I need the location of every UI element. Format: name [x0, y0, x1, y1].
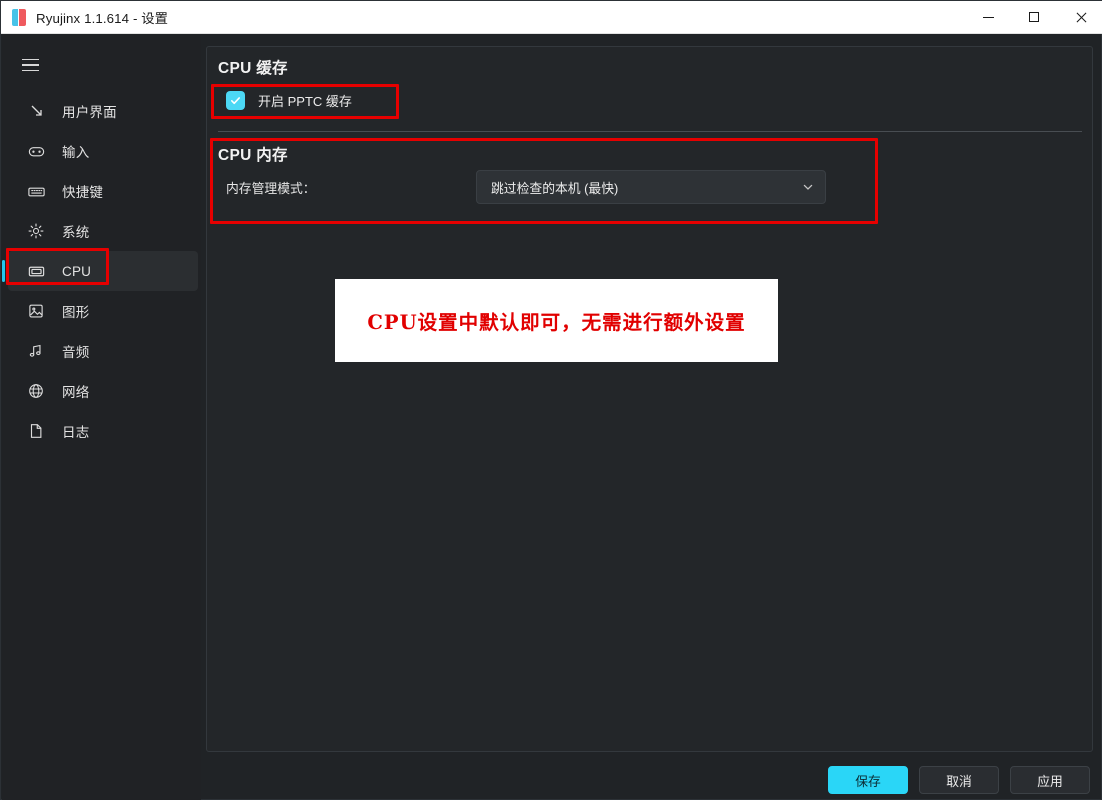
sidebar-item-hotkeys[interactable]: 快捷键	[8, 171, 195, 211]
sidebar-item-graphics[interactable]: 图形	[8, 291, 195, 331]
gear-icon	[24, 219, 48, 243]
sidebar-item-cpu-slot: CPU	[2, 251, 201, 291]
section-divider	[218, 131, 1082, 132]
memory-manager-mode-dropdown[interactable]: 跳过检查的本机 (最快)	[476, 170, 826, 204]
sidebar-item-hotkeys-slot: 快捷键	[2, 171, 201, 211]
sidebar-item-system-slot: 系统	[2, 211, 201, 251]
sidebar-item-label: 音频	[62, 345, 90, 360]
gamepad-icon	[24, 139, 48, 163]
memory-manager-mode-value: 跳过检查的本机 (最快)	[491, 180, 619, 196]
annotation-note-text: CPU设置中默认即可，无需进行额外设置	[367, 311, 746, 334]
sidebar-item-label: 网络	[62, 385, 90, 400]
sidebar-item-audio[interactable]: 音频	[8, 331, 195, 371]
image-icon	[24, 299, 48, 323]
apply-button[interactable]: 应用	[1010, 766, 1090, 794]
sidebar-item-audio-slot: 音频	[2, 331, 201, 371]
sidebar-item-label: 日志	[62, 425, 90, 440]
settings-window: Ryujinx 1.1.614 - 设置 用户界面 输入 快捷键 系统 CPU …	[0, 0, 1102, 800]
title-bar[interactable]: Ryujinx 1.1.614 - 设置	[1, 1, 1102, 34]
globe-icon	[24, 379, 48, 403]
settings-content-panel: CPU 缓存 开启 PPTC 缓存 CPU 内存 内存管理模式： 跳过检查的本机…	[206, 46, 1093, 752]
window-controls	[965, 1, 1102, 34]
cpu-cache-section-title: CPU 缓存	[218, 60, 288, 77]
dialog-footer: 保存 取消 应用	[1, 759, 1102, 800]
hamburger-menu-icon[interactable]	[10, 45, 50, 85]
title-bar-left: Ryujinx 1.1.614 - 设置	[1, 8, 965, 27]
document-icon	[24, 419, 48, 443]
pptc-cache-checkbox[interactable]	[226, 90, 245, 110]
save-button[interactable]: 保存	[828, 766, 908, 794]
minimize-button[interactable]	[965, 1, 1011, 34]
sidebar-item-user-interface[interactable]: 用户界面	[8, 91, 195, 131]
sidebar-item-logging[interactable]: 日志	[8, 411, 195, 451]
annotation-note-box: CPU设置中默认即可，无需进行额外设置	[335, 279, 778, 362]
sidebar-item-label: 图形	[62, 305, 90, 320]
sidebar-item-input-slot: 输入	[2, 131, 201, 171]
window-title: Ryujinx 1.1.614 - 设置	[36, 10, 169, 26]
arrow-down-right-icon	[24, 99, 48, 123]
close-button[interactable]	[1057, 1, 1102, 34]
sidebar-item-input[interactable]: 输入	[8, 131, 195, 171]
memory-manager-mode-row: 内存管理模式： 跳过检查的本机 (最快)	[226, 170, 1026, 204]
sidebar-item-label: 输入	[62, 145, 90, 160]
sidebar-item-label: 用户界面	[62, 105, 117, 120]
sidebar-item-cpu[interactable]: CPU	[2, 251, 198, 291]
sidebar-item-logging-slot: 日志	[2, 411, 201, 451]
cancel-button[interactable]: 取消	[919, 766, 999, 794]
sidebar-item-label: CPU	[62, 263, 92, 279]
pptc-cache-label: 开启 PPTC 缓存	[258, 93, 352, 109]
pptc-cache-row[interactable]: 开启 PPTC 缓存	[226, 87, 352, 113]
chevron-down-icon	[803, 184, 813, 190]
sidebar-item-label: 快捷键	[62, 185, 104, 200]
sidebar-item-network-slot: 网络	[2, 371, 201, 411]
sidebar-item-label: 系统	[62, 225, 90, 240]
memory-manager-mode-label: 内存管理模式：	[226, 180, 316, 196]
cpu-memory-section-title: CPU 内存	[218, 147, 288, 164]
sidebar: 用户界面 输入 快捷键 系统 CPU 图形 音频 网络 日志	[2, 35, 201, 800]
sidebar-item-ui-slot: 用户界面	[2, 91, 201, 131]
music-note-icon	[24, 339, 48, 363]
sidebar-nav: 用户界面 输入 快捷键 系统 CPU 图形 音频 网络 日志	[2, 91, 201, 451]
sidebar-item-graphics-slot: 图形	[2, 291, 201, 331]
sidebar-item-network[interactable]: 网络	[8, 371, 195, 411]
sidebar-item-system[interactable]: 系统	[8, 211, 195, 251]
cpu-chip-icon	[24, 259, 48, 283]
ryujinx-logo-icon	[12, 8, 27, 26]
maximize-button[interactable]	[1011, 1, 1057, 34]
keyboard-icon	[24, 179, 48, 203]
